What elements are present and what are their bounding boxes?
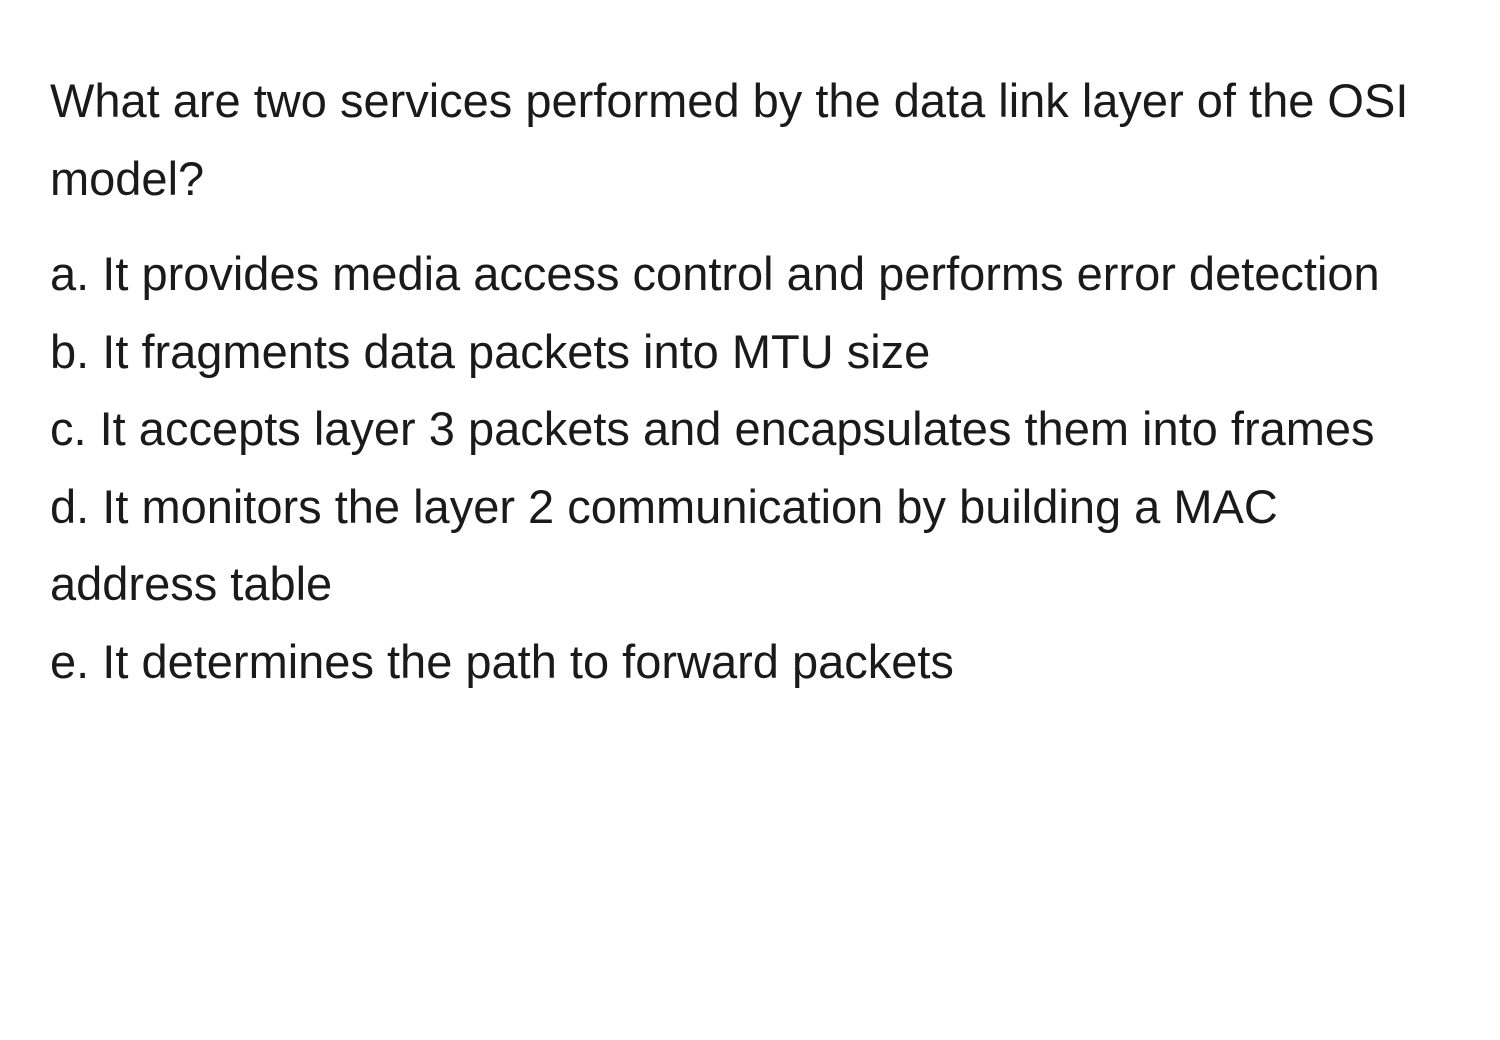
question-page: What are two services performed by the d…	[0, 0, 1500, 750]
option-letter: a.	[50, 247, 89, 300]
option-d: d. It monitors the layer 2 communication…	[50, 468, 1450, 623]
option-text: It determines the path to forward packet…	[102, 635, 954, 688]
option-text: It accepts layer 3 packets and encapsula…	[100, 402, 1375, 455]
option-a: a. It provides media access control and …	[50, 235, 1450, 313]
option-letter: c.	[50, 402, 87, 455]
option-e: e. It determines the path to forward pac…	[50, 623, 1450, 701]
options-list: a. It provides media access control and …	[50, 235, 1450, 700]
option-b: b. It fragments data packets into MTU si…	[50, 313, 1450, 391]
question-text: What are two services performed by the d…	[50, 62, 1450, 217]
option-letter: e.	[50, 635, 89, 688]
option-text: It fragments data packets into MTU size	[102, 325, 930, 378]
option-c: c. It accepts layer 3 packets and encaps…	[50, 390, 1450, 468]
option-letter: d.	[50, 480, 89, 533]
option-text: It monitors the layer 2 communication by…	[50, 480, 1278, 611]
option-text: It provides media access control and per…	[102, 247, 1379, 300]
option-letter: b.	[50, 325, 89, 378]
